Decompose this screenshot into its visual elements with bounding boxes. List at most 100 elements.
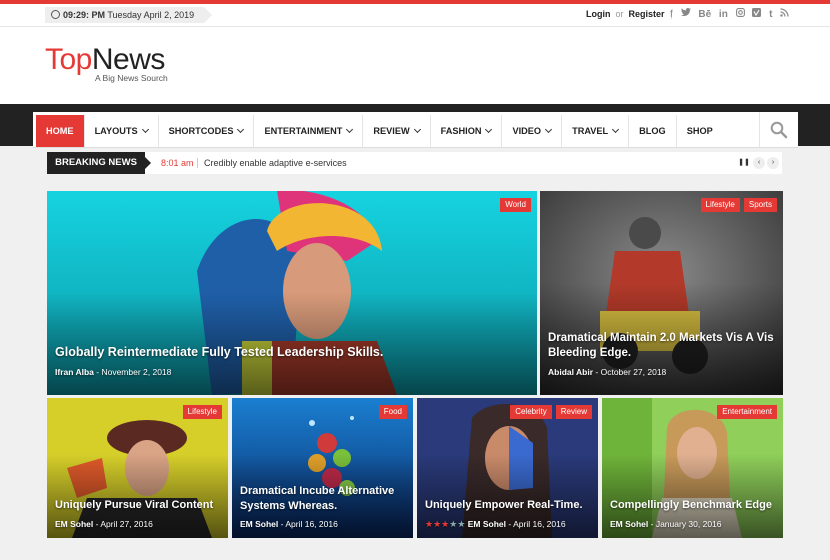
nav-label-review: REVIEW: [373, 126, 410, 136]
post-image: [47, 191, 537, 395]
post-date: October 27, 2018: [600, 367, 667, 377]
category-badges: Food: [375, 405, 407, 419]
current-date: Tuesday April 2, 2019: [107, 10, 195, 20]
category-badge[interactable]: Sports: [743, 198, 777, 212]
post-image: [540, 191, 783, 395]
post-image: [602, 398, 783, 538]
post-card[interactable]: Entertainment Compellingly Benchmark Edg…: [602, 398, 783, 538]
search-button[interactable]: [759, 112, 798, 147]
post-author[interactable]: EM Sohel: [240, 519, 278, 529]
post-author[interactable]: EM Sohel: [468, 519, 506, 529]
linkedin-icon[interactable]: in: [719, 9, 728, 20]
vimeo-icon[interactable]: [752, 8, 762, 20]
post-meta: Abidal Abir - October 27, 2018: [548, 367, 667, 377]
nav-label-shortcodes: SHORTCODES: [168, 126, 234, 136]
post-title[interactable]: Uniquely Pursue Viral Content: [55, 499, 225, 511]
instagram-icon[interactable]: [735, 8, 745, 20]
nav-label-fashion: FASHION: [440, 126, 482, 136]
nav-item-review[interactable]: REVIEW: [363, 115, 431, 147]
category-badge[interactable]: Lifestyle: [182, 405, 222, 419]
category-badge[interactable]: World: [500, 198, 531, 212]
site-header: TopNews A Big News Sourch: [0, 27, 830, 104]
nav-item-video[interactable]: VIDEO: [502, 115, 563, 147]
post-author[interactable]: Ifran Alba: [55, 367, 94, 377]
category-badge[interactable]: Lifestyle: [700, 198, 740, 212]
nav-item-travel[interactable]: TRAVEL: [562, 115, 630, 147]
chevron-down-icon: [612, 125, 620, 134]
featured-post-large[interactable]: World Globally Reintermediate Fully Test…: [47, 191, 537, 395]
nav-item-shortcodes[interactable]: SHORTCODES: [159, 115, 255, 147]
post-date: April 16, 2016: [285, 519, 338, 529]
post-title[interactable]: Dramatical Incube Alternative Systems Wh…: [240, 484, 410, 514]
nav-item-entertainment[interactable]: ENTERTAINMENT: [254, 115, 364, 147]
category-badges: Lifestyle Sports: [697, 198, 777, 212]
breaking-news-time: 8:01 am: [161, 158, 194, 168]
category-badge[interactable]: Celebrity: [510, 405, 552, 419]
star-rating: ★★★★★: [425, 519, 468, 529]
pause-button[interactable]: ❚❚: [738, 157, 750, 169]
current-time: 09:29: PM: [63, 10, 106, 20]
nav-label-entertainment: ENTERTAINMENT: [264, 126, 343, 136]
register-link[interactable]: Register: [629, 9, 665, 19]
chevron-down-icon: [346, 125, 354, 134]
rss-icon[interactable]: [780, 8, 789, 20]
tumblr-icon[interactable]: t: [769, 9, 772, 20]
breaking-news-label: BREAKING NEWS: [47, 152, 151, 174]
post-meta: Ifran Alba - November 2, 2018: [55, 367, 172, 377]
post-card[interactable]: Lifestyle Uniquely Pursue Viral Content …: [47, 398, 228, 538]
post-title[interactable]: Dramatical Maintain 2.0 Markets Vis A Vi…: [548, 331, 778, 361]
post-meta: EM Sohel - January 30, 2016: [610, 519, 722, 529]
chevron-down-icon: [485, 125, 493, 134]
post-meta: EM Sohel - April 16, 2016: [240, 519, 338, 529]
post-date: April 16, 2016: [513, 519, 566, 529]
post-author[interactable]: EM Sohel: [610, 519, 648, 529]
post-card[interactable]: Food Dramatical Incube Alternative Syste…: [232, 398, 413, 538]
post-title[interactable]: Compellingly Benchmark Edge: [610, 499, 780, 511]
post-title[interactable]: Uniquely Empower Real-Time.: [425, 499, 595, 511]
breaking-news-ticker: BREAKING NEWS 8:01 am Credibly enable ad…: [47, 152, 782, 174]
post-author[interactable]: EM Sohel: [55, 519, 93, 529]
star-filled-icon: ★: [433, 519, 442, 529]
post-meta: EM Sohel - April 27, 2016: [55, 519, 153, 529]
post-date: April 27, 2016: [100, 519, 153, 529]
nav-item-shop[interactable]: SHOP: [677, 115, 723, 147]
post-image: [232, 398, 413, 538]
post-title[interactable]: Globally Reintermediate Fully Tested Lea…: [55, 345, 525, 359]
twitter-icon[interactable]: [680, 8, 691, 20]
login-link[interactable]: Login: [586, 9, 611, 19]
nav-item-blog[interactable]: BLOG: [629, 115, 677, 147]
post-card[interactable]: Celebrity Review Uniquely Empower Real-T…: [417, 398, 598, 538]
post-image: [47, 398, 228, 538]
post-meta: ★★★★★ EM Sohel - April 16, 2016: [425, 519, 566, 529]
chevron-down-icon: [237, 125, 245, 134]
nav-label-travel: TRAVEL: [572, 126, 609, 136]
post-author[interactable]: Abidal Abir: [548, 367, 593, 377]
category-badge[interactable]: Entertainment: [717, 405, 777, 419]
facebook-icon[interactable]: f: [670, 9, 673, 20]
category-badge[interactable]: Food: [378, 405, 407, 419]
star-filled-icon: ★: [425, 519, 434, 529]
nav-label-video: VIDEO: [512, 126, 542, 136]
auth-links: Login or Register |: [586, 9, 673, 19]
chevron-down-icon: [545, 125, 553, 134]
featured-post-side[interactable]: Lifestyle Sports Dramatical Maintain 2.0…: [540, 191, 783, 395]
nav-menu: HOME LAYOUTS SHORTCODES ENTERTAINMENT RE…: [36, 115, 723, 147]
nav-item-home[interactable]: HOME: [36, 115, 85, 147]
main-navigation: HOME LAYOUTS SHORTCODES ENTERTAINMENT RE…: [33, 112, 798, 148]
logo-news: News: [91, 43, 166, 76]
breaking-news-headline[interactable]: Credibly enable adaptive e-services: [204, 152, 347, 174]
category-badges: Celebrity Review: [506, 405, 592, 419]
post-image: [417, 398, 598, 538]
site-tagline: A Big News Sourch: [95, 73, 168, 83]
post-date: November 2, 2018: [101, 367, 172, 377]
site-logo[interactable]: TopNews: [45, 45, 165, 75]
nav-item-fashion[interactable]: FASHION: [431, 115, 503, 147]
category-badges: Entertainment: [713, 405, 777, 419]
category-badge[interactable]: Review: [555, 405, 592, 419]
nav-item-layouts[interactable]: LAYOUTS: [85, 115, 159, 147]
behance-icon[interactable]: Bē: [698, 9, 711, 20]
prev-button[interactable]: ‹: [753, 157, 765, 169]
or-text: or: [615, 9, 624, 19]
next-button[interactable]: ›: [767, 157, 779, 169]
nav-label-layouts: LAYOUTS: [94, 126, 138, 136]
